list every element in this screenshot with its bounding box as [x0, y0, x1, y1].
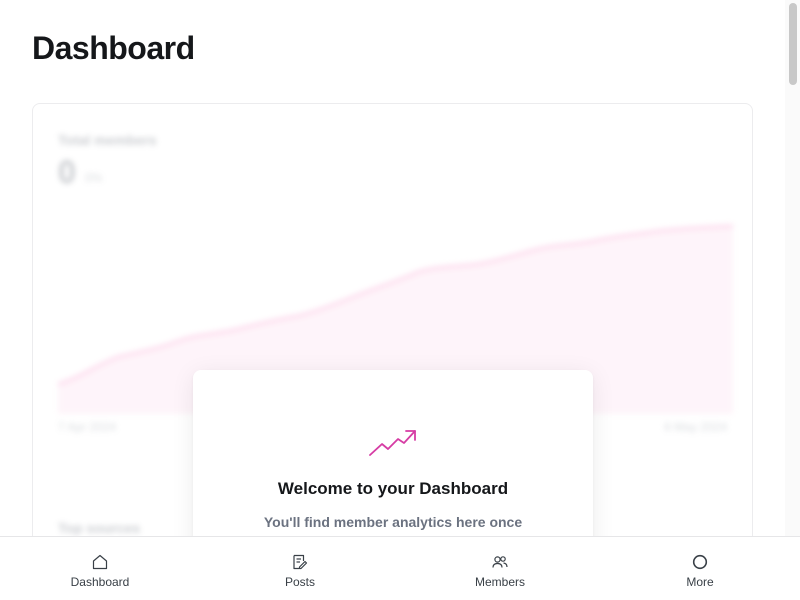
home-icon	[92, 554, 108, 570]
nav-label-more: More	[686, 575, 714, 589]
nav-item-members[interactable]: Members	[400, 537, 600, 600]
nav-item-more[interactable]: More	[600, 537, 800, 600]
chart-end-date: 6 May 2024	[664, 420, 727, 434]
top-sources-label: Top sources	[58, 520, 141, 536]
welcome-title: Welcome to your Dashboard	[277, 479, 509, 498]
posts-icon	[293, 554, 308, 570]
page-title: Dashboard	[32, 30, 195, 66]
more-icon	[692, 554, 708, 570]
page-scrollbar[interactable]	[785, 0, 800, 536]
app-viewport: Dashboard Total members 0 0% 7 Apr 2024 …	[0, 0, 800, 600]
scrollbar-thumb[interactable]	[789, 3, 797, 85]
nav-label-members: Members	[474, 575, 525, 589]
bottom-navigation: Dashboard Posts Members More	[0, 536, 800, 600]
nav-item-dashboard[interactable]: Dashboard	[0, 537, 200, 600]
total-members-delta: 0%	[85, 171, 103, 185]
total-members-label: Total members	[58, 132, 157, 148]
nav-label-posts: Posts	[284, 575, 315, 589]
nav-label-dashboard: Dashboard	[70, 575, 130, 589]
total-members-value: 0	[58, 154, 76, 190]
trending-up-icon	[369, 430, 416, 456]
welcome-text: You'll find member analytics here once	[263, 514, 523, 530]
nav-item-posts[interactable]: Posts	[200, 537, 400, 600]
members-icon	[492, 556, 508, 568]
chart-start-date: 7 Apr 2024	[58, 420, 117, 434]
